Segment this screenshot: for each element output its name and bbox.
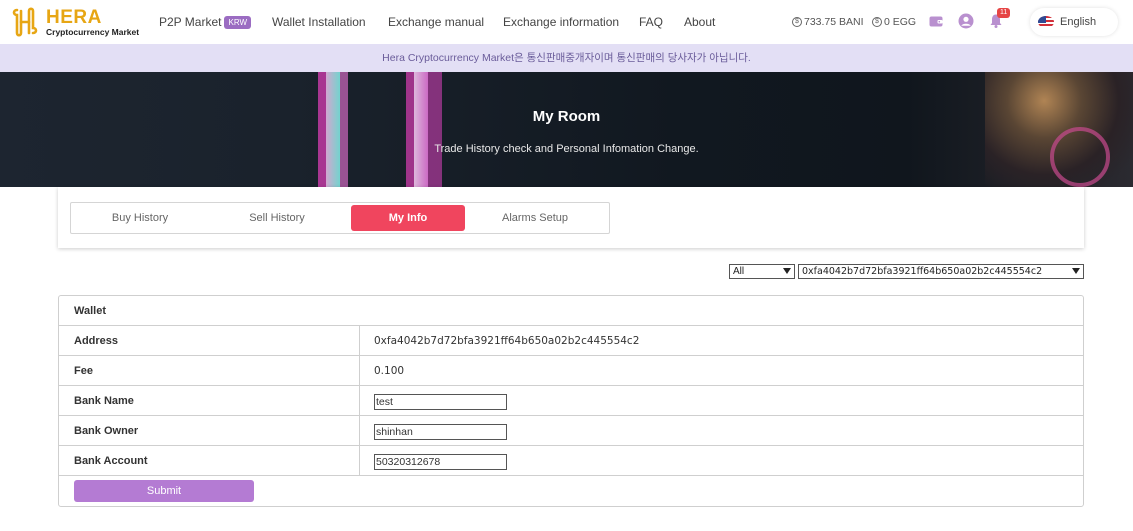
bank-name-label: Bank Name [74,395,134,407]
language-selector[interactable]: English [1030,8,1118,36]
wallet-icon[interactable] [928,13,944,29]
nav-p2p-market[interactable]: P2P Market KRW [159,15,252,29]
brand-logo[interactable]: HERA Cryptocurrency Market [10,6,139,38]
tab-buy-history[interactable]: Buy History [73,205,207,231]
neon-light-decoration [414,72,428,187]
column-divider [359,416,360,446]
bank-owner-label: Bank Owner [74,425,139,437]
address-filter-select[interactable]: 0xfa4042b7d72bfa3921ff64b650a02b2c445554… [798,264,1084,279]
bank-account-input[interactable] [374,454,507,470]
column-divider [359,326,360,356]
tab-sell-history[interactable]: Sell History [210,205,344,231]
brand-name: HERA [46,6,102,28]
address-value: 0xfa4042b7d72bfa3921ff64b650a02b2c445554… [374,335,640,347]
submit-button[interactable]: Submit [74,480,254,502]
fee-row: Fee 0.100 [59,356,1083,386]
page-subtitle: Trade History check and Personal Infomat… [434,143,699,155]
nav-faq[interactable]: FAQ [639,15,663,29]
wallet-panel: Wallet Address 0xfa4042b7d72bfa3921ff64b… [58,295,1084,507]
neon-light-decoration [318,72,326,187]
column-divider [359,446,360,476]
neon-light-decoration [326,72,340,187]
language-label: English [1060,16,1097,28]
neon-light-decoration [406,72,414,187]
us-flag-icon [1038,16,1054,28]
address-label: Address [74,335,119,347]
bank-account-row: Bank Account [59,446,1083,476]
hero-banner: My Room Trade History check and Personal… [0,72,1133,187]
bank-owner-row: Bank Owner [59,416,1083,446]
top-navigation: HERA Cryptocurrency Market P2P Market KRW… [0,0,1133,44]
tab-bar: Buy History Sell History My Info Alarms … [70,202,610,234]
brand-subtitle: Cryptocurrency Market [46,26,140,37]
tabs-card: Buy History Sell History My Info Alarms … [58,187,1084,248]
egg-balance-value: 0 EGG [884,16,917,28]
tab-alarms-setup[interactable]: Alarms Setup [468,205,602,231]
neon-light-decoration [428,72,442,187]
fee-value: 0.100 [374,365,405,377]
neon-light-decoration [340,72,348,187]
wallet-header: Wallet [74,305,106,317]
user-icon[interactable] [958,13,974,29]
bani-balance-value: 733.75 BANI [804,16,864,28]
wallet-header-row: Wallet [59,296,1083,326]
address-row: Address 0xfa4042b7d72bfa3921ff64b650a02b… [59,326,1083,356]
hero-photo-decoration [1050,127,1110,187]
bank-account-label: Bank Account [74,455,148,467]
column-divider [359,386,360,416]
hera-logo-icon [12,7,38,37]
chevron-down-icon [1072,268,1080,274]
krw-badge: KRW [224,16,252,29]
nav-exchange-manual[interactable]: Exchange manual [388,15,484,29]
bank-owner-input[interactable] [374,424,507,440]
bani-balance: $733.75 BANI [792,16,864,28]
nav-about[interactable]: About [684,15,715,29]
nav-wallet-installation[interactable]: Wallet Installation [272,15,366,29]
fee-label: Fee [74,365,93,377]
chevron-down-icon [783,268,791,274]
address-filter-value: 0xfa4042b7d72bfa3921ff64b650a02b2c445554… [802,266,1043,277]
tab-my-info[interactable]: My Info [351,205,465,231]
column-divider [359,356,360,386]
notification-count-badge: 11 [997,8,1011,18]
type-filter-select[interactable]: All [729,264,795,279]
egg-balance: $0 EGG [872,16,916,28]
bank-name-row: Bank Name [59,386,1083,416]
coin-icon: $ [792,17,802,27]
bank-name-input[interactable] [374,394,507,410]
coin-icon: $ [872,17,882,27]
page-title: My Room [532,108,601,125]
type-filter-value: All [733,266,745,277]
nav-p2p-label: P2P Market [159,15,222,29]
notice-bar: Hera Cryptocurrency Market은 통신판매중개자이며 통신… [0,44,1133,72]
nav-exchange-information[interactable]: Exchange information [503,15,619,29]
